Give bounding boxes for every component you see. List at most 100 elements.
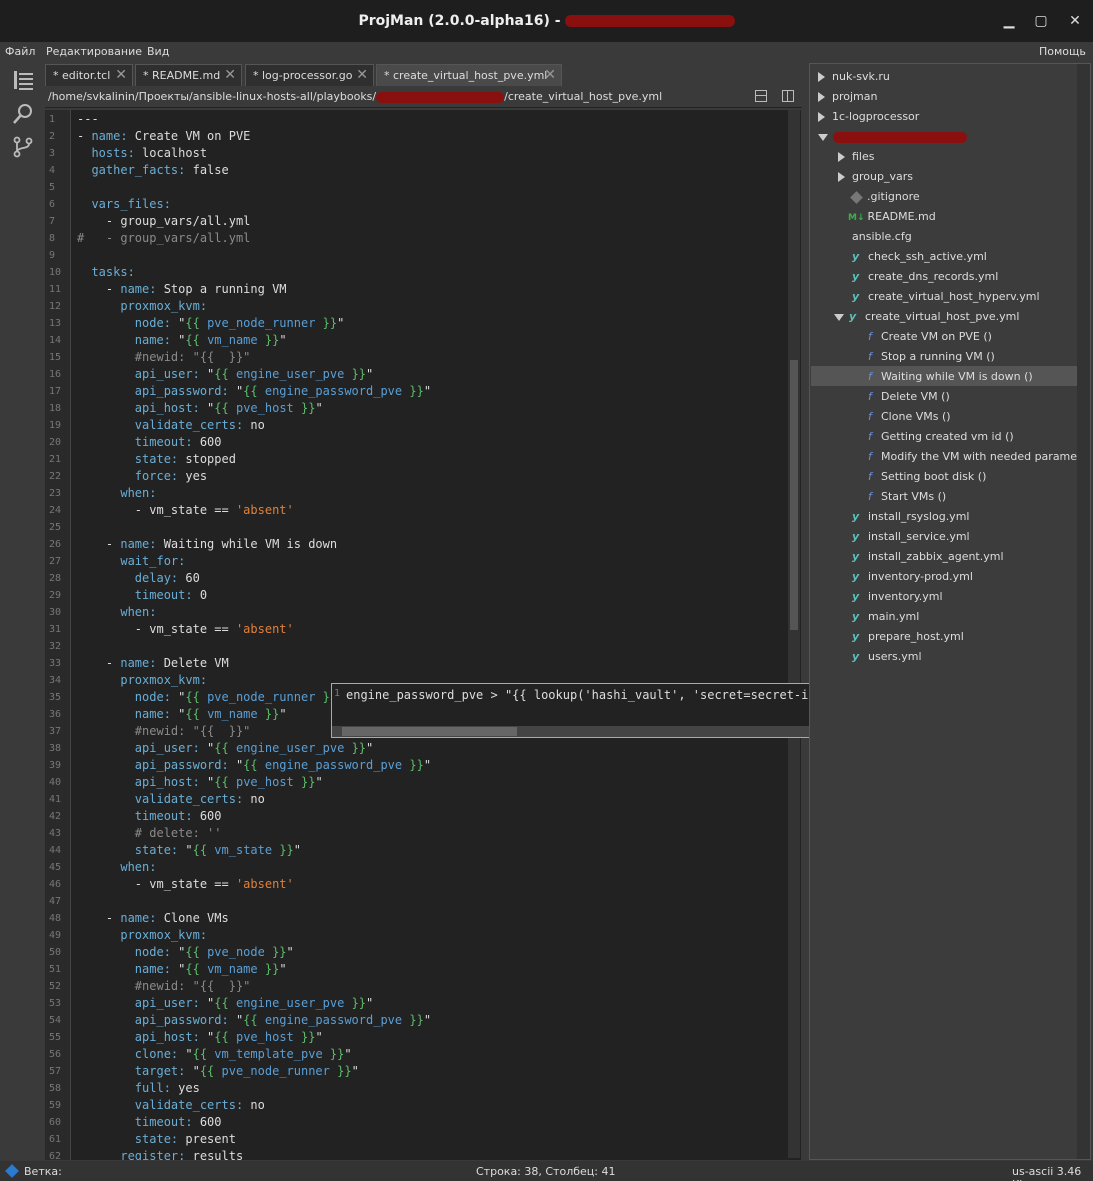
code-line[interactable]: proxmox_kvm: <box>77 673 207 687</box>
close-tab-icon[interactable]: ✕ <box>544 67 556 83</box>
code-line[interactable]: # delete: '' <box>77 826 222 840</box>
tree-scrollbar[interactable] <box>1077 64 1090 1159</box>
tree-file[interactable]: y users.yml <box>852 646 922 666</box>
code-editor[interactable]: 1 2 3 4 5 6 7 8 9 10 11 12 13 14 15 16 17 18 19 20 21 22 23 24 2… <box>45 110 801 1160</box>
split-vertical-icon[interactable] <box>782 90 794 102</box>
code-line[interactable]: api_host: "{{ pve_host }}" <box>77 401 323 415</box>
tab-create-virtual-host-pve[interactable]: * create_virtual_host_pve.yml ✕ <box>376 64 562 86</box>
menu-edit[interactable]: Редактирование <box>46 45 142 58</box>
code-line[interactable]: #newid: "{{ }}" <box>77 979 251 993</box>
tree-task[interactable]: f Clone VMs () <box>868 406 951 426</box>
tree-file[interactable]: y check_ssh_active.yml <box>852 246 987 266</box>
tree-file[interactable]: y install_rsyslog.yml <box>852 506 969 526</box>
scrollbar-thumb[interactable] <box>790 360 798 630</box>
code-line[interactable]: api_user: "{{ engine_user_pve }}" <box>77 996 373 1010</box>
code-line[interactable]: api_user: "{{ engine_user_pve }}" <box>77 367 373 381</box>
code-line[interactable]: validate_certs: no <box>77 1098 265 1112</box>
expand-icon[interactable] <box>818 92 825 102</box>
close-tab-icon[interactable]: ✕ <box>356 67 368 83</box>
code-line[interactable]: full: yes <box>77 1081 200 1095</box>
code-line[interactable]: hosts: localhost <box>77 146 207 160</box>
tree-file[interactable]: y create_dns_records.yml <box>852 266 998 286</box>
code-line[interactable]: - vm_state == 'absent' <box>77 877 294 891</box>
tree-task[interactable]: f Delete VM () <box>868 386 950 406</box>
close-tab-icon[interactable]: ✕ <box>224 67 236 83</box>
code-line[interactable]: #newid: "{{ }}" <box>77 724 251 738</box>
tree-task[interactable]: f Stop a running VM () <box>868 346 995 366</box>
code-line[interactable]: api_password: "{{ engine_password_pve }}… <box>77 1013 431 1027</box>
tree-task[interactable]: f Waiting while VM is down () <box>811 366 1077 386</box>
code-line[interactable]: validate_certs: no <box>77 792 265 806</box>
code-line[interactable]: - name: Stop a running VM <box>77 282 287 296</box>
code-line[interactable]: state: stopped <box>77 452 236 466</box>
code-line[interactable]: - name: Create VM on PVE <box>77 129 250 143</box>
code-line[interactable]: node: "{{ pve_node_runner }}" <box>77 316 345 330</box>
tree-file[interactable]: y main.yml <box>852 606 919 626</box>
collapse-icon[interactable] <box>834 313 844 321</box>
code-line[interactable]: target: "{{ pve_node_runner }}" <box>77 1064 359 1078</box>
menu-view[interactable]: Вид <box>147 45 169 58</box>
expand-icon[interactable] <box>818 112 825 122</box>
code-line[interactable]: name: "{{ vm_name }}" <box>77 962 287 976</box>
code-line[interactable]: - name: Delete VM <box>77 656 229 670</box>
code-line[interactable]: force: yes <box>77 469 207 483</box>
menu-help[interactable]: Помощь <box>1039 45 1086 58</box>
code-line[interactable]: vars_files: <box>77 197 170 211</box>
code-line[interactable]: api_password: "{{ engine_password_pve }}… <box>77 384 431 398</box>
code-line[interactable]: state: "{{ vm_state }}" <box>77 843 301 857</box>
code-line[interactable]: register: results <box>77 1149 243 1160</box>
code-line[interactable]: gather_facts: false <box>77 163 228 177</box>
tree-task[interactable]: f Modify the VM with needed paramete <box>868 446 1088 466</box>
code-line[interactable]: wait_for: <box>77 554 185 568</box>
collapse-icon[interactable] <box>818 133 828 141</box>
tree-file[interactable]: y inventory-prod.yml <box>852 566 973 586</box>
code-line[interactable]: - vm_state == 'absent' <box>77 503 294 517</box>
code-line[interactable]: state: present <box>77 1132 236 1146</box>
expand-icon[interactable] <box>818 72 825 82</box>
tree-task[interactable]: f Setting boot disk () <box>868 466 986 486</box>
maximize-button[interactable]: ▢ <box>1032 12 1050 30</box>
code-line[interactable]: clone: "{{ vm_template_pve }}" <box>77 1047 352 1061</box>
code-line[interactable]: name: "{{ vm_name }}" <box>77 707 287 721</box>
tab-editor-tcl[interactable]: * editor.tcl ✕ <box>45 64 133 86</box>
minimize-button[interactable]: ▁ <box>1000 12 1018 30</box>
tree-file[interactable]: y create_virtual_host_pve.yml <box>834 306 1019 326</box>
code-line[interactable]: name: "{{ vm_name }}" <box>77 333 287 347</box>
code-line[interactable]: timeout: 0 <box>77 588 207 602</box>
tree-file[interactable]: .gitignore <box>850 186 920 206</box>
menu-file[interactable]: Файл <box>5 45 35 58</box>
code-line[interactable]: - name: Clone VMs <box>77 911 229 925</box>
code-line[interactable]: proxmox_kvm: <box>77 299 207 313</box>
tree-file[interactable]: M↓ README.md <box>848 206 936 226</box>
tree-file[interactable]: y prepare_host.yml <box>852 626 964 646</box>
tree-file[interactable]: y install_zabbix_agent.yml <box>852 546 1004 566</box>
code-line[interactable]: # - group_vars/all.yml <box>77 231 250 245</box>
tree-folder[interactable]: projman <box>818 86 877 106</box>
tree-task[interactable]: f Getting created vm id () <box>868 426 1014 446</box>
tree-file[interactable]: ansible.cfg <box>852 226 912 246</box>
editor-scrollbar[interactable] <box>788 110 800 1158</box>
expand-icon[interactable] <box>838 172 845 182</box>
code-line[interactable]: api_password: "{{ engine_password_pve }}… <box>77 758 431 772</box>
code-line[interactable]: node: "{{ pve_node_runner }}" <box>77 690 345 704</box>
tree-file[interactable]: y install_service.yml <box>852 526 970 546</box>
close-window-button[interactable]: ✕ <box>1066 12 1084 30</box>
tab-log-processor-go[interactable]: * log-processor.go ✕ <box>245 64 374 86</box>
code-line[interactable]: node: "{{ pve_node }}" <box>77 945 294 959</box>
code-line[interactable]: validate_certs: no <box>77 418 265 432</box>
code-line[interactable]: timeout: 600 <box>77 809 222 823</box>
code-line[interactable]: api_host: "{{ pve_host }}" <box>77 775 323 789</box>
tree-folder[interactable]: files <box>838 146 874 166</box>
tree-folder-redacted[interactable] <box>818 126 967 146</box>
expand-icon[interactable] <box>838 152 845 162</box>
code-line[interactable]: when: <box>77 605 156 619</box>
search-icon[interactable] <box>11 102 35 126</box>
tree-task[interactable]: f Start VMs () <box>868 486 946 506</box>
tree-file[interactable]: y create_virtual_host_hyperv.yml <box>852 286 1040 306</box>
code-line[interactable]: when: <box>77 486 156 500</box>
code-line[interactable]: - name: Waiting while VM is down <box>77 537 337 551</box>
code-line[interactable]: --- <box>77 112 99 126</box>
code-line[interactable]: - vm_state == 'absent' <box>77 622 294 636</box>
code-line[interactable]: #newid: "{{ }}" <box>77 350 251 364</box>
git-branch-icon[interactable] <box>11 135 35 159</box>
